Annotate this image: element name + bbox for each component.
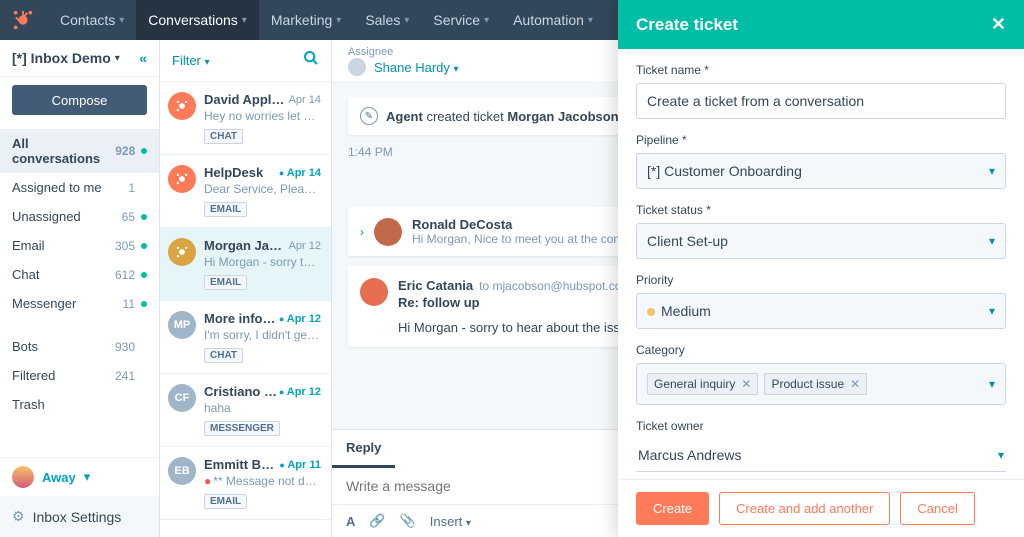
sidebar-item[interactable]: Email305 xyxy=(0,231,159,260)
ticket-name-input[interactable]: Create a ticket from a conversation xyxy=(636,83,1006,119)
sidebar-item[interactable]: Messenger11 xyxy=(0,289,159,318)
create-button[interactable]: Create xyxy=(636,492,709,525)
category-select[interactable]: General inquiry ✕Product issue ✕▾ xyxy=(636,363,1006,405)
attachment-icon[interactable]: 📎 xyxy=(400,513,416,529)
sidebar-item[interactable]: All conversations928 xyxy=(0,129,159,173)
category-chip[interactable]: Product issue ✕ xyxy=(764,373,867,395)
priority-select[interactable]: Medium▾ xyxy=(636,293,1006,329)
reply-tab[interactable]: Reply xyxy=(332,430,395,468)
conversation-list: Filter ▾ David ApplebyApr 14Hey no worri… xyxy=(160,40,332,537)
create-ticket-panel: Create ticket ✕ Ticket name Create a tic… xyxy=(618,0,1024,537)
gear-icon: ⚙ xyxy=(12,508,25,525)
sender-avatar xyxy=(360,278,388,306)
chevron-down-icon: ▾ xyxy=(115,53,120,64)
field-label: Ticket owner xyxy=(636,419,1006,433)
conversation-item[interactable]: EBEmmitt BednarApr 11●** Message not del… xyxy=(160,447,331,520)
field-label: Pipeline xyxy=(636,133,1006,147)
field-label: Ticket name xyxy=(636,63,1006,77)
create-and-add-button[interactable]: Create and add another xyxy=(719,492,890,525)
ticket-icon: ✎ xyxy=(360,107,378,125)
cancel-button[interactable]: Cancel xyxy=(900,492,974,525)
collapse-sidebar-icon[interactable]: « xyxy=(139,50,147,66)
sidebar-item[interactable]: Chat612 xyxy=(0,260,159,289)
remove-chip-icon[interactable]: ✕ xyxy=(741,377,751,391)
availability-status[interactable]: Away ▾ xyxy=(0,458,159,496)
field-label: Ticket status xyxy=(636,203,1006,217)
conversation-item[interactable]: Morgan JacobsonApr 12Hi Morgan - sorry t… xyxy=(160,228,331,301)
close-icon[interactable]: ✕ xyxy=(991,14,1006,35)
nav-item[interactable]: Service▾ xyxy=(421,0,501,40)
field-label: Priority xyxy=(636,273,1006,287)
compose-button[interactable]: Compose xyxy=(12,85,147,115)
text-format-icon[interactable]: A xyxy=(346,514,355,529)
sidebar-item[interactable]: Filtered241 xyxy=(0,361,159,390)
chevron-right-icon: › xyxy=(360,225,364,239)
nav-item[interactable]: Conversations▾ xyxy=(136,0,259,40)
user-avatar xyxy=(12,466,34,488)
inbox-settings-link[interactable]: ⚙ Inbox Settings xyxy=(0,496,159,537)
inbox-sidebar: [*] Inbox Demo ▾ « Compose All conversat… xyxy=(0,40,160,537)
chevron-down-icon: ▾ xyxy=(84,469,91,485)
conversation-item[interactable]: HelpDeskApr 14Dear Service, Please chang… xyxy=(160,155,331,228)
ticket-status-select[interactable]: Client Set-up▾ xyxy=(636,223,1006,259)
assignee-dropdown[interactable]: Shane Hardy ▾ xyxy=(374,60,459,75)
insert-dropdown[interactable]: Insert ▾ xyxy=(430,514,471,529)
sidebar-item[interactable]: Bots930 xyxy=(0,332,159,361)
conversation-item[interactable]: CFCristiano FortestApr 12hahaMESSENGER xyxy=(160,374,331,447)
filter-dropdown[interactable]: Filter ▾ xyxy=(172,53,210,68)
conversation-item[interactable]: MPMore info on Produ...Apr 12I'm sorry, … xyxy=(160,301,331,374)
hubspot-logo-icon xyxy=(12,9,34,31)
inbox-title[interactable]: [*] Inbox Demo xyxy=(12,50,111,66)
category-chip[interactable]: General inquiry ✕ xyxy=(647,373,758,395)
remove-chip-icon[interactable]: ✕ xyxy=(850,377,860,391)
link-icon[interactable]: 🔗 xyxy=(369,513,385,529)
nav-item[interactable]: Automation▾ xyxy=(501,0,605,40)
search-icon[interactable] xyxy=(303,50,319,71)
conversation-item[interactable]: David ApplebyApr 14Hey no worries let ge… xyxy=(160,82,331,155)
panel-title: Create ticket xyxy=(636,15,738,35)
sidebar-item[interactable]: Trash xyxy=(0,390,159,419)
pipeline-select[interactable]: [*] Customer Onboarding▾ xyxy=(636,153,1006,189)
field-label: Category xyxy=(636,343,1006,357)
ticket-owner-select[interactable]: Marcus Andrews▾ xyxy=(636,439,1006,472)
sender-avatar xyxy=(374,218,402,246)
assignee-avatar xyxy=(348,58,366,76)
nav-item[interactable]: Marketing▾ xyxy=(259,0,354,40)
sidebar-item[interactable]: Assigned to me1 xyxy=(0,173,159,202)
nav-item[interactable]: Sales▾ xyxy=(353,0,421,40)
sidebar-item[interactable]: Unassigned65 xyxy=(0,202,159,231)
nav-item[interactable]: Contacts▾ xyxy=(48,0,136,40)
